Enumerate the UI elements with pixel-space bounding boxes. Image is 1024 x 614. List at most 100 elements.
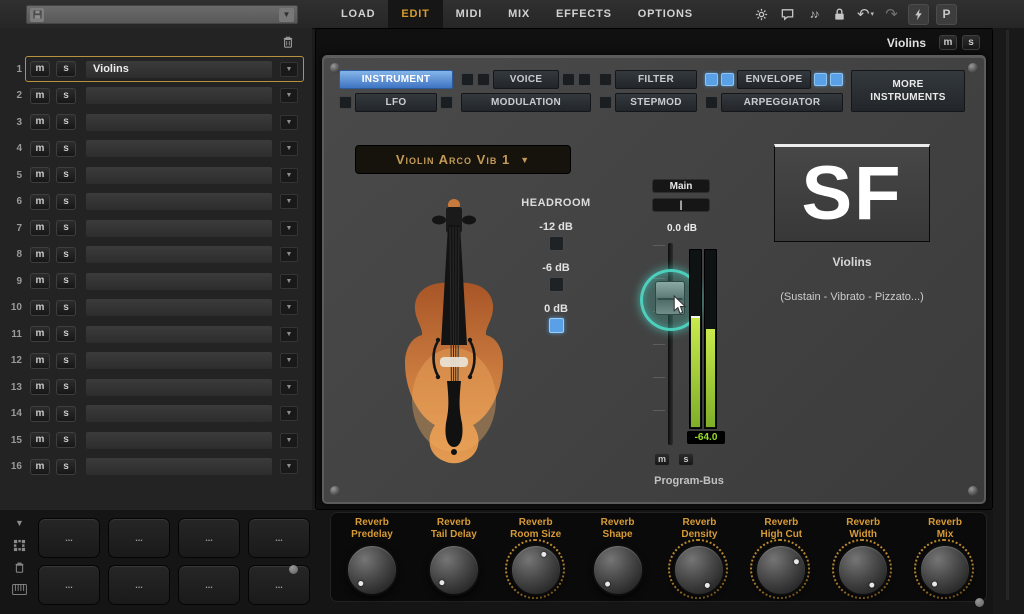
chat-icon[interactable] xyxy=(778,5,797,24)
track-row-group[interactable]: ms▼ xyxy=(25,295,304,321)
track-name-field[interactable] xyxy=(86,246,272,263)
pad-button[interactable]: ... xyxy=(38,565,100,605)
pad-button[interactable]: ... xyxy=(248,565,310,605)
track-dropdown-button[interactable]: ▼ xyxy=(280,274,298,289)
track-name-field[interactable] xyxy=(86,458,272,475)
track-row-group[interactable]: ms▼ xyxy=(25,321,304,347)
solo-button[interactable]: s xyxy=(56,406,76,422)
plugin-mute-button[interactable]: m xyxy=(939,35,957,50)
track-row-group[interactable]: ms▼ xyxy=(25,401,304,427)
pan-control[interactable]: | xyxy=(652,198,710,212)
knob-control[interactable] xyxy=(755,544,807,596)
track-row-group[interactable]: ms▼ xyxy=(25,162,304,188)
headroom-checkbox[interactable] xyxy=(549,318,564,333)
section-checkbox[interactable] xyxy=(830,73,843,86)
triangle-down-icon[interactable]: ▼ xyxy=(12,516,27,530)
track-row-group[interactable]: ms ▼ xyxy=(25,454,304,480)
solo-button[interactable]: s xyxy=(56,273,76,289)
track-row-group[interactable]: ms▼ xyxy=(25,215,304,241)
track-dropdown-button[interactable]: ▼ xyxy=(280,433,298,448)
pad-button[interactable]: ... xyxy=(108,518,170,558)
solo-button[interactable]: s xyxy=(56,220,76,236)
track-name-field[interactable] xyxy=(86,432,272,449)
mute-button[interactable]: m xyxy=(30,273,50,289)
solo-button[interactable]: s xyxy=(56,88,76,104)
pad-button[interactable]: ... xyxy=(178,565,240,605)
track-dropdown-button[interactable]: ▼ xyxy=(280,88,298,103)
solo-button[interactable]: s xyxy=(56,247,76,263)
section-checkbox[interactable] xyxy=(477,73,490,86)
section-tab-more-instruments[interactable]: MOREINSTRUMENTS xyxy=(851,70,965,112)
solo-button[interactable]: s xyxy=(56,459,76,475)
plugin-solo-button[interactable]: s xyxy=(962,35,980,50)
section-tab-arpeggiator[interactable]: ARPEGGIATOR xyxy=(721,93,843,112)
headroom-checkbox[interactable] xyxy=(549,236,564,251)
solo-button[interactable]: s xyxy=(56,114,76,130)
pad-button[interactable]: ... xyxy=(178,518,240,558)
track-row-group[interactable]: ms▼ xyxy=(25,109,304,135)
track-name-field[interactable] xyxy=(86,114,272,131)
track-name-field[interactable] xyxy=(86,167,272,184)
track-name-field[interactable] xyxy=(86,299,272,316)
mute-button[interactable]: m xyxy=(30,194,50,210)
mute-button[interactable]: m xyxy=(30,61,50,77)
section-tab-lfo[interactable]: LFO xyxy=(355,93,437,112)
gear-icon[interactable] xyxy=(752,5,771,24)
section-checkbox[interactable] xyxy=(721,73,734,86)
track-dropdown-button[interactable]: ▼ xyxy=(280,459,298,474)
channel-mute-button[interactable]: m xyxy=(654,453,670,466)
section-checkbox[interactable] xyxy=(461,73,474,86)
mute-button[interactable]: m xyxy=(30,326,50,342)
knob-control[interactable] xyxy=(673,544,725,596)
section-tab-filter[interactable]: FILTER xyxy=(615,70,697,89)
mute-button[interactable]: m xyxy=(30,459,50,475)
mute-button[interactable]: m xyxy=(30,247,50,263)
tab-edit[interactable]: EDIT xyxy=(388,0,442,28)
knob-control[interactable] xyxy=(346,544,398,596)
track-name-field[interactable] xyxy=(86,352,272,369)
pad-button[interactable]: ... xyxy=(108,565,170,605)
track-dropdown-button[interactable]: ▼ xyxy=(280,406,298,421)
knob-control[interactable] xyxy=(592,544,644,596)
section-checkbox[interactable] xyxy=(599,96,612,109)
track-name-field[interactable] xyxy=(86,326,272,343)
trash-icon[interactable] xyxy=(12,560,27,574)
solo-button[interactable]: s xyxy=(56,353,76,369)
track-row-group[interactable]: ms ▼ xyxy=(25,136,304,162)
section-tab-voice[interactable]: VOICE xyxy=(493,70,559,89)
solo-button[interactable]: s xyxy=(56,141,76,157)
solo-button[interactable]: s xyxy=(56,194,76,210)
mute-button[interactable]: m xyxy=(30,88,50,104)
track-row-group[interactable]: ms ▼ xyxy=(25,242,304,268)
track-row-group[interactable]: ms ▼ xyxy=(25,374,304,400)
mute-button[interactable]: m xyxy=(30,141,50,157)
track-name-field[interactable] xyxy=(86,405,272,422)
track-name-field[interactable] xyxy=(86,140,272,157)
track-dropdown-button[interactable]: ▼ xyxy=(280,380,298,395)
section-checkbox[interactable] xyxy=(578,73,591,86)
track-row-group[interactable]: ms▼ xyxy=(25,189,304,215)
track-name-field[interactable] xyxy=(86,220,272,237)
lock-icon[interactable] xyxy=(830,5,849,24)
preset-p-icon[interactable]: P xyxy=(936,4,957,25)
tab-effects[interactable]: EFFECTS xyxy=(543,0,625,28)
track-dropdown-button[interactable]: ▼ xyxy=(280,247,298,262)
tab-midi[interactable]: MIDI xyxy=(443,0,495,28)
section-checkbox[interactable] xyxy=(705,73,718,86)
track-row-group[interactable]: ms▼ xyxy=(25,427,304,453)
lightning-icon[interactable] xyxy=(908,4,929,25)
track-dropdown-button[interactable]: ▼ xyxy=(280,221,298,236)
track-name-field[interactable] xyxy=(86,273,272,290)
track-dropdown-button[interactable]: ▼ xyxy=(280,115,298,130)
track-dropdown-button[interactable]: ▼ xyxy=(280,141,298,156)
mute-button[interactable]: m xyxy=(30,300,50,316)
mute-button[interactable]: m xyxy=(30,353,50,369)
knob-control[interactable] xyxy=(428,544,480,596)
track-row-group[interactable]: ms ▼ xyxy=(25,268,304,294)
solo-button[interactable]: s xyxy=(56,379,76,395)
solo-button[interactable]: s xyxy=(56,432,76,448)
solo-button[interactable]: s xyxy=(56,167,76,183)
mute-button[interactable]: m xyxy=(30,379,50,395)
grid-icon[interactable] xyxy=(12,538,27,552)
music-notes-icon[interactable]: ♪♪ xyxy=(804,5,823,24)
